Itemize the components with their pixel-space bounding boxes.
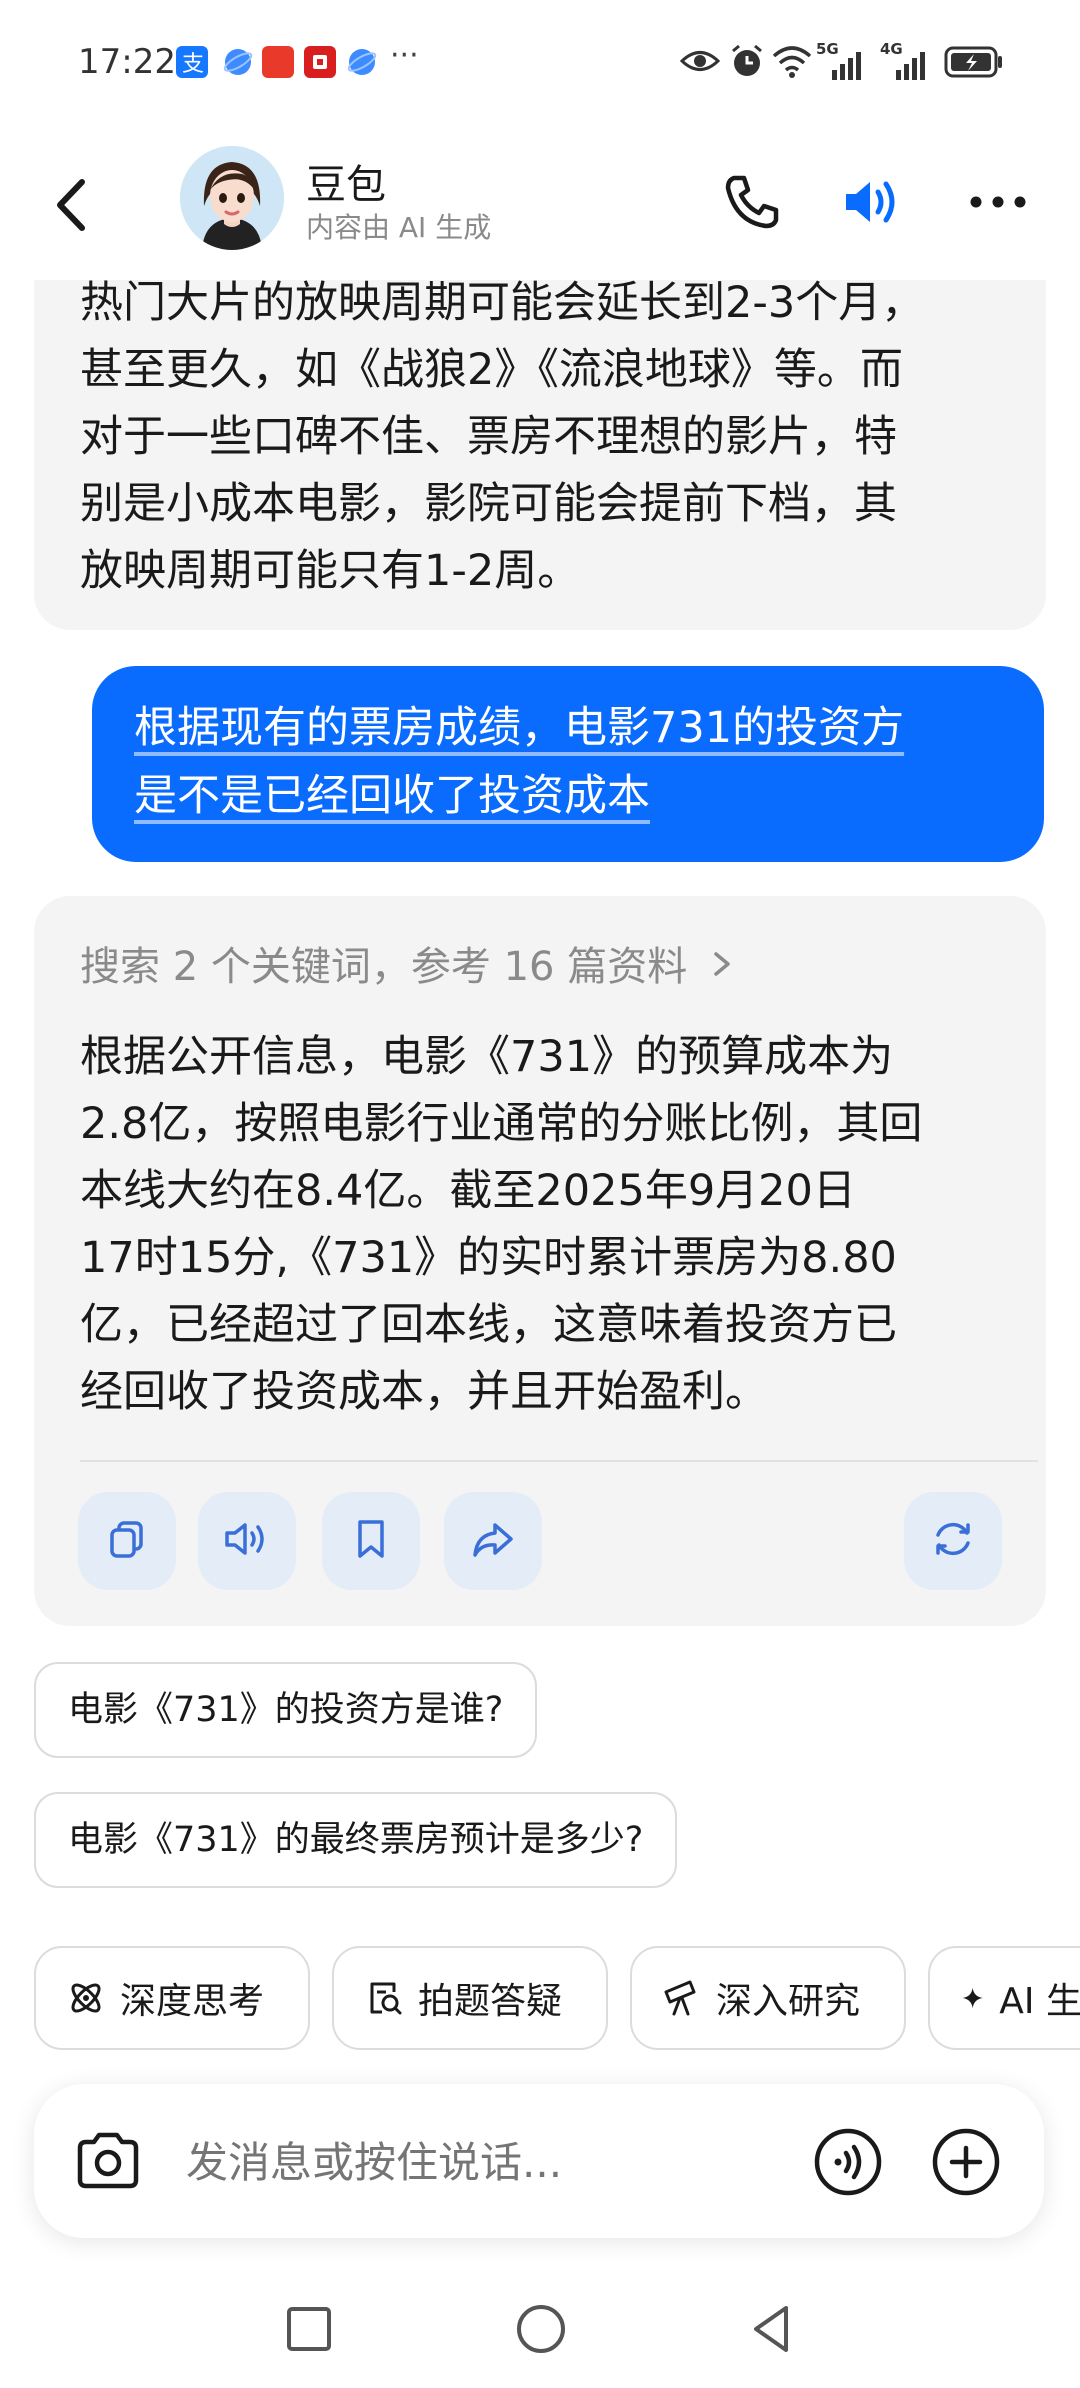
signal-icon-sim1 xyxy=(818,50,862,84)
answer-line: 17时15分,《731》的实时累计票房为8.80 xyxy=(80,1233,897,1283)
back-nav-button[interactable] xyxy=(744,2302,798,2360)
tool-label: AI 生 xyxy=(999,1981,1080,2022)
more-options-button[interactable] xyxy=(962,166,1034,238)
bookmark-button[interactable] xyxy=(322,1492,420,1590)
status-bar: 17:22 支 ··· 5G 4G xyxy=(0,0,1080,120)
browser-icon-2 xyxy=(346,46,378,78)
status-time: 17:22 xyxy=(78,42,176,82)
phone-call-button[interactable] xyxy=(716,166,788,238)
user-message-bubble[interactable]: 根据现有的票房成绩，电影731的投资方 是不是已经回收了投资成本 xyxy=(92,666,1044,862)
home-button[interactable] xyxy=(514,2302,568,2360)
voice-button[interactable] xyxy=(812,2126,884,2202)
wifi-icon xyxy=(772,44,812,82)
triangle-back-icon xyxy=(754,2306,788,2352)
suggestion-chip[interactable]: 电影《731》的最终票房预计是多少? xyxy=(34,1792,678,1888)
search-summary-link[interactable]: 搜索 2 个关键词，参考 16 篇资料 xyxy=(80,934,734,992)
alarm-icon xyxy=(728,42,766,84)
answer-line: 本线大约在8.4亿。截至2025年9月20日 xyxy=(80,1166,856,1216)
prev-answer-line: 热门大片的放映周期可能会延长到2-3个月， xyxy=(80,278,925,328)
speaker-icon xyxy=(221,1515,273,1567)
photo-search-icon xyxy=(370,1982,402,2015)
telescope-icon xyxy=(664,1980,696,2016)
divider xyxy=(80,1460,1038,1462)
message-input-bar xyxy=(34,2084,1044,2238)
system-nav-bar xyxy=(0,2280,1080,2388)
battery-charging-icon xyxy=(944,46,1004,82)
answer-bubble: 搜索 2 个关键词，参考 16 篇资料 根据公开信息，电影《731》的预算成本为… xyxy=(34,896,1046,1626)
tool-deep-research[interactable]: 深入研究 xyxy=(630,1946,906,2050)
browser-icon xyxy=(222,46,254,78)
speaker-button[interactable] xyxy=(836,166,908,238)
bank-app-icon xyxy=(262,46,294,78)
circle-icon xyxy=(517,2305,565,2353)
refresh-icon xyxy=(927,1513,979,1569)
prev-answer-text: 热门大片的放映周期可能会延长到2-3个月， 甚至更久，如《战狼2》《流浪地球》等… xyxy=(80,270,1020,605)
tool-photo-answer[interactable]: 拍题答疑 xyxy=(332,1946,608,2050)
plus-circle-icon xyxy=(932,2128,1000,2196)
answer-line: 经回收了投资成本，并且开始盈利。 xyxy=(80,1367,768,1417)
more-notifications: ··· xyxy=(390,38,419,73)
avatar[interactable] xyxy=(180,146,284,250)
chat-header: 豆包 内容由 AI 生成 xyxy=(0,130,1080,280)
read-aloud-button[interactable] xyxy=(198,1492,296,1590)
sparkle-icon xyxy=(962,1987,983,2009)
add-button[interactable] xyxy=(930,2126,1002,2202)
voice-wave-icon xyxy=(814,2128,882,2196)
bookmark-icon xyxy=(347,1515,395,1567)
prev-answer-line: 对于一些口碑不佳、票房不理想的影片，特 xyxy=(80,412,897,462)
chat-title: 豆包 xyxy=(306,162,386,208)
camera-icon xyxy=(77,2132,139,2189)
prev-answer-line: 放映周期可能只有1-2周。 xyxy=(80,546,581,596)
answer-line: 亿，已经超过了回本线，这意味着投资方已 xyxy=(80,1300,897,1350)
camera-button[interactable] xyxy=(74,2128,142,2198)
answer-line: 2.8亿，按照电影行业通常的分账比例，其回 xyxy=(80,1099,923,1149)
tool-label: 深入研究 xyxy=(716,1981,861,2022)
copy-icon xyxy=(103,1515,151,1567)
tool-label: 拍题答疑 xyxy=(418,1981,563,2022)
user-message-line: 根据现有的票房成绩，电影731的投资方 xyxy=(134,703,905,753)
alipay-icon: 支 xyxy=(176,46,208,78)
share-icon xyxy=(467,1515,519,1567)
recents-button[interactable] xyxy=(284,2304,334,2358)
atom-icon xyxy=(71,1983,101,2013)
signal-icon-sim2 xyxy=(882,50,926,84)
prev-answer-line: 甚至更久，如《战狼2》《流浪地球》等。而 xyxy=(80,345,903,395)
answer-text: 根据公开信息，电影《731》的预算成本为 2.8亿，按照电影行业通常的分账比例，… xyxy=(80,1024,1040,1426)
tool-label: 深度思考 xyxy=(120,1981,265,2022)
tool-deep-thinking[interactable]: 深度思考 xyxy=(34,1946,310,2050)
message-input[interactable] xyxy=(184,2128,808,2196)
answer-line: 根据公开信息，电影《731》的预算成本为 xyxy=(80,1032,894,1082)
tool-ai-create[interactable]: AI 生 xyxy=(928,1946,1080,2050)
chevron-right-icon xyxy=(710,946,734,992)
eye-icon xyxy=(679,44,721,82)
svg-text:支: 支 xyxy=(182,52,204,77)
search-summary-text: 搜索 2 个关键词，参考 16 篇资料 xyxy=(80,944,688,990)
user-message-text: 根据现有的票房成绩，电影731的投资方 是不是已经回收了投资成本 xyxy=(134,694,1014,830)
back-button[interactable] xyxy=(44,170,104,240)
square-icon xyxy=(287,2307,331,2351)
user-message-line: 是不是已经回收了投资成本 xyxy=(134,771,650,821)
chat-subtitle: 内容由 AI 生成 xyxy=(306,211,492,244)
red-app-icon xyxy=(304,46,336,78)
copy-button[interactable] xyxy=(78,1492,176,1590)
share-button[interactable] xyxy=(444,1492,542,1590)
prev-answer-line: 别是小成本电影，影院可能会提前下档，其 xyxy=(80,479,897,529)
suggestion-chip[interactable]: 电影《731》的投资方是谁? xyxy=(34,1662,538,1758)
regenerate-button[interactable] xyxy=(904,1492,1002,1590)
